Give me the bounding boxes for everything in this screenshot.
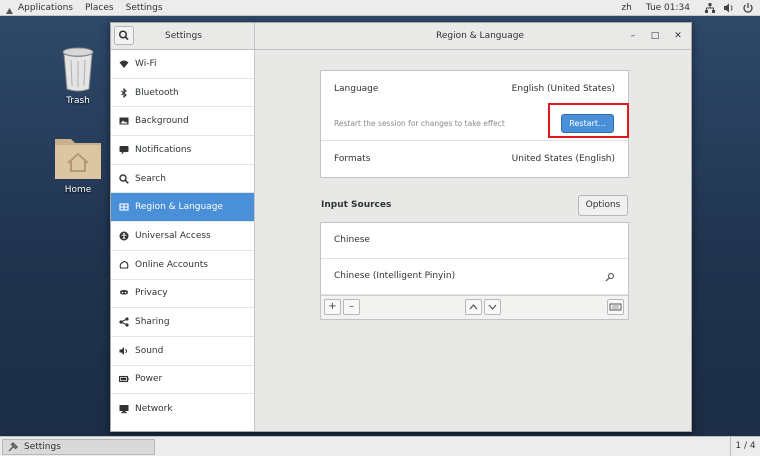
minimize-button[interactable]: –	[627, 30, 639, 42]
sidebar-search-button[interactable]	[114, 26, 134, 45]
sidebar-item-label: Power	[135, 374, 163, 385]
sidebar-item-label: Bluetooth	[135, 87, 179, 98]
sharing-icon	[119, 317, 129, 327]
wifi-icon	[119, 60, 129, 68]
add-input-source-button[interactable]: +	[324, 299, 341, 315]
formats-value: United States (English)	[511, 154, 615, 164]
move-up-button[interactable]	[465, 299, 482, 315]
applications-icon	[6, 7, 13, 14]
sidebar-item-label: Wi-Fi	[135, 58, 157, 69]
sidebar-item-label: Network	[135, 403, 173, 414]
taskbar-settings-label: Settings	[24, 442, 61, 452]
sidebar-item-label: Notifications	[135, 144, 192, 155]
sidebar-item-region-language[interactable]: Region & Language	[111, 193, 254, 223]
close-button[interactable]: ✕	[672, 30, 684, 42]
sidebar-item-sharing[interactable]: Sharing	[111, 308, 254, 337]
applications-menu[interactable]: Applications	[0, 2, 79, 14]
sidebar-item-label: Background	[135, 116, 189, 127]
network-icon	[119, 404, 129, 413]
search-icon	[118, 30, 129, 41]
language-value: English (United States)	[511, 84, 615, 94]
sidebar-item-power[interactable]: Power	[111, 366, 254, 395]
input-source-label: Chinese	[334, 235, 370, 245]
settings-window: Settings Region & Language – □ ✕ Wi-Fi B…	[110, 22, 692, 432]
trash-icon	[62, 47, 94, 92]
privacy-icon	[120, 290, 128, 295]
background-icon	[119, 117, 129, 125]
power-icon	[119, 376, 129, 383]
trash-label: Trash	[66, 96, 90, 106]
power-icon[interactable]	[742, 2, 754, 14]
top-bar: Applications Places Settings zh Tue 01:3…	[0, 0, 760, 16]
bottom-bar: Settings 1 / 4	[0, 436, 760, 456]
input-sources-toolbar: + –	[321, 295, 628, 319]
taskbar-settings-button[interactable]: Settings	[2, 439, 155, 455]
input-method-indicator[interactable]: zh	[621, 3, 631, 13]
sidebar-item-bluetooth[interactable]: Bluetooth	[111, 79, 254, 108]
network-icon[interactable]	[704, 2, 716, 14]
settings-icon[interactable]	[605, 272, 615, 282]
sidebar-item-notifications[interactable]: Notifications	[111, 136, 254, 165]
home-folder-icon	[55, 139, 101, 179]
sidebar-item-background[interactable]: Background	[111, 107, 254, 137]
sidebar-item-label: Universal Access	[135, 230, 211, 241]
input-source-row[interactable]: Chinese	[321, 223, 628, 259]
sidebar-item-label: Sharing	[135, 317, 170, 328]
region-icon	[119, 203, 129, 211]
home-label: Home	[64, 185, 92, 195]
maximize-button[interactable]: □	[649, 30, 661, 42]
sound-icon	[119, 346, 127, 355]
page-title: Region & Language	[436, 31, 524, 41]
volume-icon[interactable]	[723, 2, 735, 14]
settings-app-icon	[8, 442, 18, 452]
region-language-panel: Language English (United States) Restart…	[256, 50, 691, 431]
chevron-up-icon	[469, 304, 478, 310]
places-menu[interactable]: Places	[79, 3, 120, 13]
formats-label: Formats	[334, 154, 371, 164]
sidebar-item-universal-access[interactable]: Universal Access	[111, 222, 254, 251]
notifications-icon	[119, 145, 129, 155]
highlight-box	[548, 103, 629, 138]
sidebar-item-network[interactable]: Network	[111, 394, 254, 423]
keyboard-layout-button[interactable]	[607, 299, 624, 315]
desktop-icon-trash[interactable]: Trash	[48, 46, 108, 106]
input-source-label: Chinese (Intelligent Pinyin)	[334, 271, 456, 281]
bluetooth-icon	[121, 87, 127, 98]
sidebar-item-label: Region & Language	[135, 202, 223, 213]
sidebar-item-privacy[interactable]: Privacy	[111, 280, 254, 309]
applications-menu-label: Applications	[18, 2, 73, 13]
formats-row[interactable]: Formats United States (English)	[321, 141, 628, 178]
sidebar-item-label: Online Accounts	[135, 259, 208, 270]
options-button[interactable]: Options	[578, 195, 628, 216]
restart-note: Restart the session for changes to take …	[334, 119, 505, 128]
remove-input-source-button[interactable]: –	[343, 299, 360, 315]
input-sources-heading: Input Sources	[321, 200, 392, 210]
sidebar-title: Settings	[165, 31, 202, 41]
workspace-indicator[interactable]: 1 / 4	[730, 437, 760, 456]
sidebar-item-online-accounts[interactable]: Online Accounts	[111, 251, 254, 280]
search-icon	[119, 173, 129, 184]
chevron-down-icon	[488, 304, 497, 310]
desktop-icon-home[interactable]: Home	[48, 133, 108, 195]
window-titlebar[interactable]: Settings Region & Language – □ ✕	[111, 23, 691, 50]
clock[interactable]: Tue 01:34	[646, 3, 690, 13]
sidebar: Wi-Fi Bluetooth Background Notifications…	[111, 50, 255, 431]
universal-access-icon	[119, 231, 129, 241]
keyboard-icon	[609, 303, 622, 311]
sidebar-item-search[interactable]: Search	[111, 165, 254, 194]
input-sources-card: Chinese Chinese (Intelligent Pinyin) + –	[320, 222, 629, 320]
sidebar-item-wifi[interactable]: Wi-Fi	[111, 50, 254, 79]
sidebar-item-label: Privacy	[135, 288, 168, 299]
sidebar-item-label: Search	[135, 173, 166, 184]
online-accounts-icon	[119, 260, 129, 269]
input-source-row[interactable]: Chinese (Intelligent Pinyin)	[321, 259, 628, 295]
move-down-button[interactable]	[484, 299, 501, 315]
settings-menu[interactable]: Settings	[120, 3, 169, 13]
sidebar-item-sound[interactable]: Sound	[111, 337, 254, 366]
sidebar-item-label: Sound	[135, 345, 164, 356]
language-label: Language	[334, 84, 379, 94]
